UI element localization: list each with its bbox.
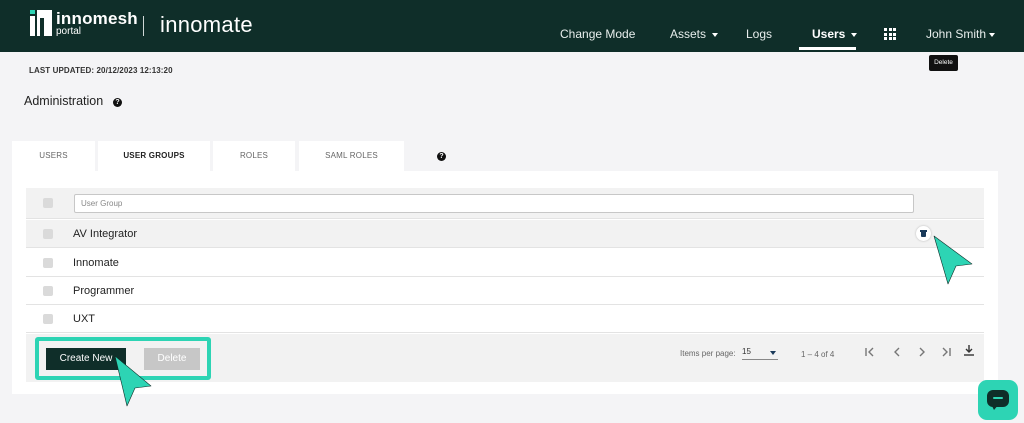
download-icon[interactable] <box>962 343 976 357</box>
nav-assets-label: Assets <box>670 27 707 41</box>
chat-button[interactable] <box>978 380 1018 420</box>
top-navbar: innomesh portal innomate Change Mode Ass… <box>0 0 1024 52</box>
table-row[interactable]: Programmer <box>26 277 984 305</box>
table-header-row <box>26 188 984 219</box>
group-name: Programmer <box>73 285 135 297</box>
last-page-icon[interactable] <box>939 345 953 359</box>
innomesh-logo[interactable]: innomesh portal <box>30 10 138 37</box>
nav-assets[interactable]: Assets <box>670 27 719 41</box>
previous-page-icon[interactable] <box>890 345 904 359</box>
tab-saml-roles[interactable]: SAML ROLES <box>299 141 404 171</box>
innomesh-logo-mark-icon <box>30 10 52 36</box>
chevron-down-icon <box>770 351 776 355</box>
row-checkbox[interactable] <box>43 286 53 296</box>
next-page-icon[interactable] <box>915 345 929 359</box>
tab-users[interactable]: USERS <box>12 141 95 171</box>
chevron-down-icon <box>851 32 858 37</box>
select-all-checkbox[interactable] <box>43 198 53 208</box>
apps-grid-icon[interactable] <box>884 28 896 40</box>
cursor-pointer-icon <box>114 355 152 407</box>
delete-tooltip: Delete <box>929 55 958 71</box>
tabs-help-icon[interactable]: ? <box>437 152 446 161</box>
user-menu[interactable]: John Smith <box>926 27 996 41</box>
chat-icon <box>987 390 1009 410</box>
nav-users[interactable]: Users <box>812 27 858 41</box>
tab-roles[interactable]: ROLES <box>213 141 295 171</box>
nav-active-indicator <box>799 47 856 50</box>
cursor-pointer-icon <box>933 235 973 285</box>
brand-name: innomesh <box>56 9 138 28</box>
first-page-icon[interactable] <box>863 345 877 359</box>
group-name: Innomate <box>73 257 119 269</box>
user-group-filter-input[interactable] <box>74 194 914 213</box>
row-checkbox[interactable] <box>43 258 53 268</box>
page-title: Administration <box>24 94 104 108</box>
tab-user-groups[interactable]: USER GROUPS <box>98 141 210 171</box>
table-row[interactable]: AV Integrator <box>26 220 984 248</box>
row-checkbox[interactable] <box>43 229 53 239</box>
nav-users-label: Users <box>812 27 846 41</box>
group-name: UXT <box>73 313 95 325</box>
table-row[interactable]: UXT <box>26 305 984 333</box>
chevron-down-icon <box>989 32 996 37</box>
app-name: innomate <box>160 12 253 37</box>
pagination-range: 1 – 4 of 4 <box>801 350 835 359</box>
user-name: John Smith <box>926 27 987 41</box>
nav-change-mode[interactable]: Change Mode <box>560 27 635 41</box>
help-icon[interactable]: ? <box>113 98 122 107</box>
table-row[interactable]: Innomate <box>26 249 984 277</box>
row-checkbox[interactable] <box>43 314 53 324</box>
chevron-down-icon <box>712 32 719 37</box>
nav-logs[interactable]: Logs <box>746 27 772 41</box>
last-updated: LAST UPDATED: 20/12/2023 12:13:20 <box>29 66 173 75</box>
items-per-page-select[interactable]: 15 <box>742 345 778 360</box>
group-name: AV Integrator <box>73 228 137 240</box>
items-per-page-value: 15 <box>742 347 751 356</box>
trash-icon <box>920 230 927 237</box>
brand-sub: portal <box>56 26 82 37</box>
row-delete-button[interactable] <box>916 226 931 241</box>
header-divider <box>143 16 144 36</box>
items-per-page-label: Items per page: <box>680 349 736 358</box>
